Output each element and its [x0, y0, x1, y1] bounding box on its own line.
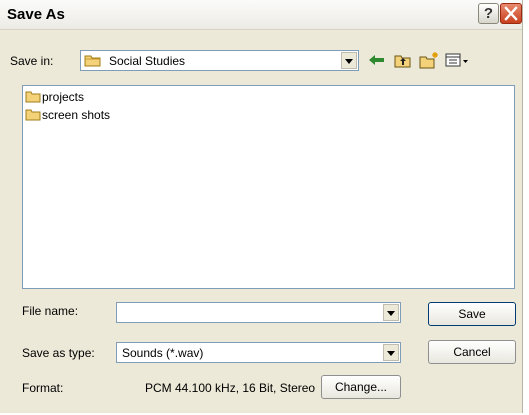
- new-folder-icon: [419, 52, 438, 69]
- chevron-down-icon[interactable]: [383, 304, 399, 321]
- title-bar[interactable]: Save As ?: [0, 0, 522, 30]
- close-icon: [504, 6, 518, 21]
- save-button-label: Save: [458, 307, 486, 321]
- chevron-down-icon[interactable]: [383, 344, 399, 361]
- save-button[interactable]: Save: [428, 302, 516, 326]
- help-icon: ?: [483, 5, 494, 22]
- format-value: PCM 44.100 kHz, 16 Bit, Stereo: [145, 381, 316, 395]
- cancel-button-label: Cancel: [453, 345, 491, 359]
- folder-icon: [25, 91, 41, 103]
- chevron-down-icon[interactable]: [341, 52, 357, 69]
- up-folder-button[interactable]: [392, 50, 414, 70]
- view-menu-button[interactable]: [444, 50, 472, 70]
- view-menu-icon: [445, 53, 468, 67]
- folder-icon: [25, 109, 41, 121]
- file-list[interactable]: projects screen shots: [22, 85, 515, 289]
- save-as-dialog: Save As ? Save in: Social Studies projec…: [0, 0, 523, 413]
- up-folder-icon: [394, 55, 411, 68]
- back-button[interactable]: [366, 50, 388, 70]
- window-title: Save As: [7, 6, 65, 23]
- save-in-value: Social Studies: [109, 54, 186, 68]
- list-item-label: screen shots: [42, 108, 111, 122]
- change-button[interactable]: Change...: [321, 375, 401, 399]
- change-button-label: Change...: [334, 380, 388, 394]
- cancel-button[interactable]: Cancel: [428, 340, 516, 364]
- new-folder-button[interactable]: [418, 50, 440, 70]
- file-name-label: File name:: [22, 304, 79, 318]
- save-type-value: Sounds (*.wav): [122, 346, 204, 360]
- save-type-dropdown[interactable]: Sounds (*.wav): [116, 342, 401, 363]
- list-item-label: projects: [42, 90, 85, 104]
- save-in-dropdown[interactable]: Social Studies: [80, 50, 359, 71]
- save-type-label: Save as type:: [22, 346, 95, 360]
- folder-icon: [84, 55, 101, 67]
- help-button[interactable]: ?: [478, 3, 499, 24]
- file-name-input[interactable]: [116, 302, 401, 323]
- back-arrow-icon: [369, 55, 384, 65]
- format-label: Format:: [22, 381, 64, 395]
- close-button[interactable]: [500, 3, 522, 24]
- save-in-label: Save in:: [10, 54, 54, 68]
